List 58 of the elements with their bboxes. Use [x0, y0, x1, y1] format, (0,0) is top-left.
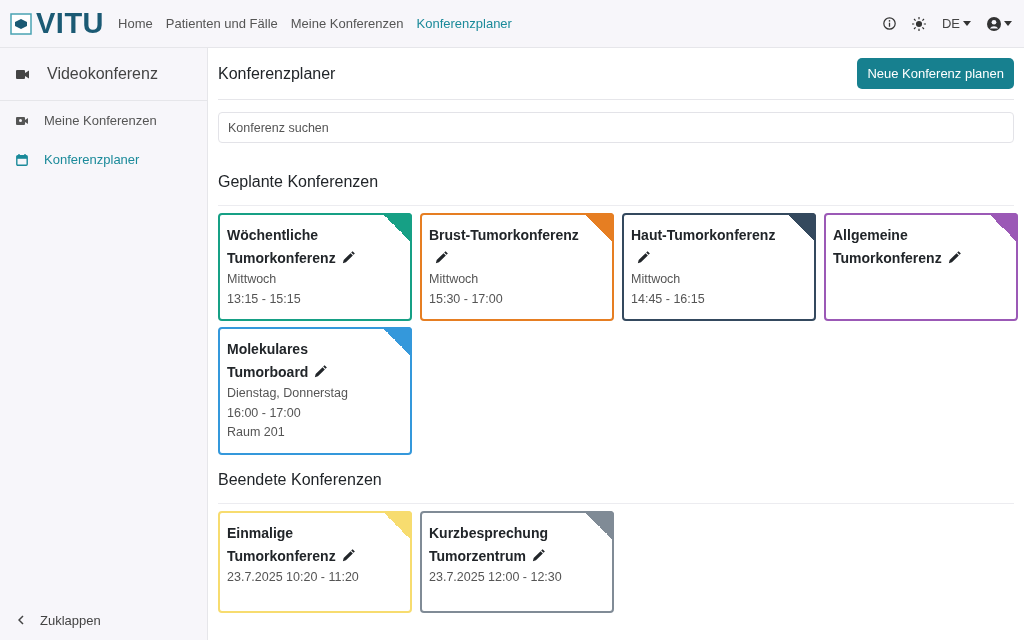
- conference-detail: 23.7.2025 10:20 - 11:20: [227, 568, 360, 586]
- conference-title: Allgemeine Tumorkonferenz: [833, 224, 986, 270]
- conference-card[interactable]: Wöchentliche Tumorkonferenz Mittwoch 13:15 - 15:15: [218, 213, 412, 321]
- user-menu[interactable]: [987, 16, 1012, 31]
- conference-detail: Mittwoch: [631, 271, 682, 288]
- conference-title: Wöchentliche Tumorkonferenz: [227, 224, 380, 270]
- section-title: Geplante Konferenzen: [218, 143, 1014, 206]
- nav-link[interactable]: Patienten und Fälle: [165, 16, 278, 31]
- section-title: Beendete Konferenzen: [218, 454, 1014, 504]
- logo-text[interactable]: VITU: [36, 9, 105, 38]
- calendar-icon: [16, 153, 28, 166]
- pencil-icon[interactable]: [531, 547, 546, 562]
- logo-icon: [10, 12, 32, 35]
- pencil-icon[interactable]: [314, 364, 329, 378]
- sidebar-item[interactable]: Meine Konferenzen: [0, 101, 207, 140]
- conference-title: Brust-Tumorkonferenz: [429, 224, 582, 270]
- pencil-icon[interactable]: [341, 547, 356, 562]
- nav-link[interactable]: Konferenzplaner: [416, 16, 512, 31]
- caret-icon: [963, 21, 971, 26]
- conference-title: Molekulares Tumorboard: [227, 338, 380, 384]
- video-camera-icon: [16, 69, 29, 79]
- user-icon: [987, 16, 1001, 31]
- sun-icon[interactable]: [911, 16, 926, 31]
- search-field[interactable]: Konferenz suchen: [218, 112, 1014, 143]
- pencil-icon[interactable]: [435, 250, 449, 264]
- sidebar-title: Videokonferenz: [47, 65, 158, 83]
- nav-link[interactable]: Meine Konferenzen: [290, 16, 404, 31]
- pencil-icon[interactable]: [341, 250, 356, 264]
- conference-title: Kurzbesprechung Tumorzentrum: [429, 523, 549, 566]
- new-conference-button[interactable]: Neue Konferenz planen: [857, 58, 1014, 89]
- sidebar-item[interactable]: Konferenzplaner: [0, 140, 207, 179]
- chevron-left-icon: [18, 615, 24, 625]
- caret-icon: [1004, 21, 1012, 26]
- conference-detail: 23.7.2025 12:00 - 12:30: [429, 568, 563, 586]
- conference-detail: Dienstag, Donnerstag: [227, 385, 349, 402]
- conference-card[interactable]: Molekulares Tumorboard Dienstag, Donnerstag 16:00 - 17:00 Raum 201: [218, 327, 412, 455]
- conference-title: Einmalige Tumorkonferenz: [227, 521, 380, 568]
- conference-detail: 14:45 - 16:15: [631, 290, 706, 308]
- conference-card[interactable]: Kurzbesprechung Tumorzentrum 23.7.2025 12:00 - 12:30: [420, 510, 614, 613]
- conference-detail: Mittwoch: [429, 271, 480, 288]
- conference-detail: Raum 201: [227, 424, 286, 441]
- page-title: Konferenzplaner: [218, 64, 336, 83]
- video-card-icon: [16, 115, 28, 126]
- conference-detail: 15:30 - 17:00: [429, 290, 504, 308]
- conference-card[interactable]: Haut-Tumorkonferenz Mittwoch 14:45 - 16:15: [622, 213, 816, 321]
- conference-card[interactable]: Einmalige Tumorkonferenz 23.7.2025 10:20 - 11:20: [218, 510, 412, 613]
- language-dropdown[interactable]: DE: [941, 16, 971, 31]
- nav-link[interactable]: Home: [118, 16, 153, 31]
- conference-detail: 16:00 - 17:00: [227, 404, 302, 422]
- conference-card[interactable]: Brust-Tumorkonferenz Mittwoch 15:30 - 17:00: [420, 213, 614, 321]
- pencil-icon[interactable]: [637, 250, 651, 264]
- conference-title: Haut-Tumorkonferenz: [631, 224, 784, 270]
- collapse-button[interactable]: Zuklappen: [0, 600, 207, 640]
- pencil-icon[interactable]: [947, 250, 962, 264]
- conference-card[interactable]: Allgemeine Tumorkonferenz: [824, 213, 1018, 321]
- conference-detail: Mittwoch: [227, 271, 278, 288]
- conference-detail: 13:15 - 15:15: [227, 290, 302, 308]
- info-icon[interactable]: [882, 17, 896, 30]
